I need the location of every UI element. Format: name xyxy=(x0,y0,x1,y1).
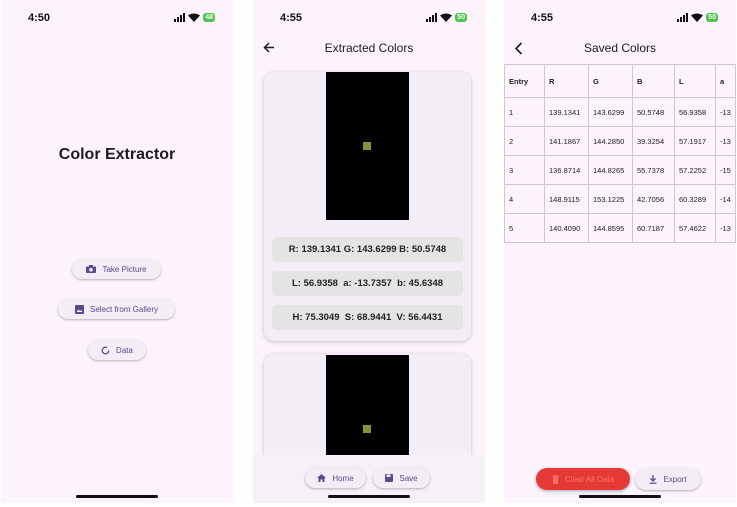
select-from-gallery-button[interactable]: Select from Gallery xyxy=(58,299,175,319)
page-title: Extracted Colors xyxy=(324,41,414,55)
status-time: 4:55 xyxy=(280,12,303,24)
wifi-icon xyxy=(691,13,704,22)
table-header-row: Entry R G B L a xyxy=(504,64,736,98)
home-icon xyxy=(317,474,327,482)
export-button[interactable]: Export xyxy=(635,468,701,490)
lab-values: L: 56.9358 a: -13.7357 b: 45.6348 xyxy=(272,271,463,296)
rgb-values: R: 139.1341 G: 143.6299 B: 50.5748 xyxy=(272,237,463,262)
battery-icon: 50 xyxy=(455,13,467,22)
cell-entry: 3 xyxy=(504,155,545,185)
app-title: Color Extractor xyxy=(58,146,176,163)
gallery-icon xyxy=(74,304,84,314)
data-button[interactable]: Data xyxy=(88,340,146,360)
hsv-values: H: 75.3049 S: 68.9441 V: 56.4431 xyxy=(272,305,463,330)
saved-colors-screen: 4:55 50 Saved Colors Entry R G B L a 1 1… xyxy=(504,0,736,503)
data-label: Data xyxy=(116,345,133,355)
header-a: a xyxy=(715,64,736,98)
table-row: 3 136.8714 144.8265 55.7378 57.2252 -15 xyxy=(504,155,736,185)
camera-icon xyxy=(86,265,97,273)
take-picture-button[interactable]: Take Picture xyxy=(72,259,161,279)
home-button[interactable]: Home xyxy=(305,468,366,488)
table-row: 2 141.1867 144.2850 39.3254 57.1917 -13 xyxy=(504,126,736,156)
cell-g: 144.8595 xyxy=(588,213,633,243)
header-b: B xyxy=(632,64,675,98)
status-bar: 4:55 50 xyxy=(504,12,736,28)
cell-a: -14 xyxy=(715,184,736,214)
saved-colors-table: Entry R G B L a 1 139.1341 143.6299 50.5… xyxy=(504,64,736,243)
page-title: Saved Colors xyxy=(583,41,657,55)
take-picture-label: Take Picture xyxy=(102,264,147,274)
cell-g: 143.6299 xyxy=(588,97,633,127)
home-screen: 4:50 48 Color Extractor Take Picture Sel… xyxy=(1,0,233,503)
cell-entry: 2 xyxy=(504,126,545,156)
cell-l: 57.4622 xyxy=(674,213,716,243)
cell-r: 140.4090 xyxy=(544,213,589,243)
table-row: 4 148.9115 153.1225 42.7056 60.3289 -14 xyxy=(504,184,736,214)
app-bar: Extracted Colors xyxy=(253,40,485,58)
cellular-signal-icon xyxy=(677,13,689,22)
wifi-icon xyxy=(440,13,453,22)
cell-entry: 4 xyxy=(504,184,545,214)
table-row: 5 140.4090 144.8595 60.7187 57.4622 -13 xyxy=(504,213,736,243)
trash-icon xyxy=(552,474,560,484)
app-bar: Saved Colors xyxy=(504,40,736,58)
cellular-signal-icon xyxy=(174,13,186,22)
cell-l: 57.2252 xyxy=(674,155,716,185)
status-time: 4:50 xyxy=(28,12,51,24)
status-bar: 4:55 50 xyxy=(253,12,485,28)
cell-g: 144.8265 xyxy=(588,155,633,185)
cell-b: 50.5748 xyxy=(632,97,675,127)
cell-a: -13 xyxy=(715,126,736,156)
cell-g: 144.2850 xyxy=(588,126,633,156)
table-row: 1 139.1341 143.6299 50.5748 56.9358 -13 xyxy=(504,97,736,127)
cell-b: 39.3254 xyxy=(632,126,675,156)
save-button[interactable]: Save xyxy=(373,468,430,488)
cell-b: 60.7187 xyxy=(632,213,675,243)
cell-a: -13 xyxy=(715,97,736,127)
cell-a: -13 xyxy=(715,213,736,243)
home-button-label: Home xyxy=(332,473,354,483)
cell-b: 55.7378 xyxy=(632,155,675,185)
cell-r: 139.1341 xyxy=(544,97,589,127)
save-button-label: Save xyxy=(399,473,418,483)
cellular-signal-icon xyxy=(426,13,438,22)
cell-l: 60.3289 xyxy=(674,184,716,214)
cell-entry: 1 xyxy=(504,97,545,127)
cell-l: 57.1917 xyxy=(674,126,716,156)
header-entry: Entry xyxy=(504,64,545,98)
header-l: L xyxy=(674,64,716,98)
select-from-gallery-label: Select from Gallery xyxy=(89,304,159,314)
wifi-icon xyxy=(188,13,201,22)
extracted-colors-screen: 4:55 50 Extracted Colors R: 139.1341 G: … xyxy=(253,0,485,503)
loading-circle-icon xyxy=(101,346,110,354)
color-result-card: R: 139.1341 G: 143.6299 B: 50.5748 L: 56… xyxy=(264,72,471,341)
home-indicator xyxy=(328,495,410,498)
clear-all-data-button[interactable]: Clear All Data xyxy=(536,468,630,490)
download-icon xyxy=(649,474,657,484)
save-icon xyxy=(385,474,394,482)
battery-icon: 48 xyxy=(203,13,215,22)
cell-r: 141.1867 xyxy=(544,126,589,156)
clear-all-data-label: Clear All Data xyxy=(565,474,614,484)
home-indicator xyxy=(579,495,661,498)
home-indicator xyxy=(76,495,158,498)
header-r: R xyxy=(544,64,589,98)
status-bar: 4:50 48 xyxy=(1,12,233,28)
header-g: G xyxy=(588,64,633,98)
cell-g: 153.1225 xyxy=(588,184,633,214)
captured-image xyxy=(326,72,409,220)
battery-icon: 50 xyxy=(706,13,718,22)
cell-r: 148.9115 xyxy=(544,184,589,214)
cell-a: -15 xyxy=(715,155,736,185)
cell-r: 136.8714 xyxy=(544,155,589,185)
color-sample-marker xyxy=(363,142,371,150)
export-label: Export xyxy=(663,474,687,484)
color-sample-marker xyxy=(363,425,371,433)
status-time: 4:55 xyxy=(531,12,554,24)
cell-b: 42.7056 xyxy=(632,184,675,214)
cell-entry: 5 xyxy=(504,213,545,243)
cell-l: 56.9358 xyxy=(674,97,716,127)
